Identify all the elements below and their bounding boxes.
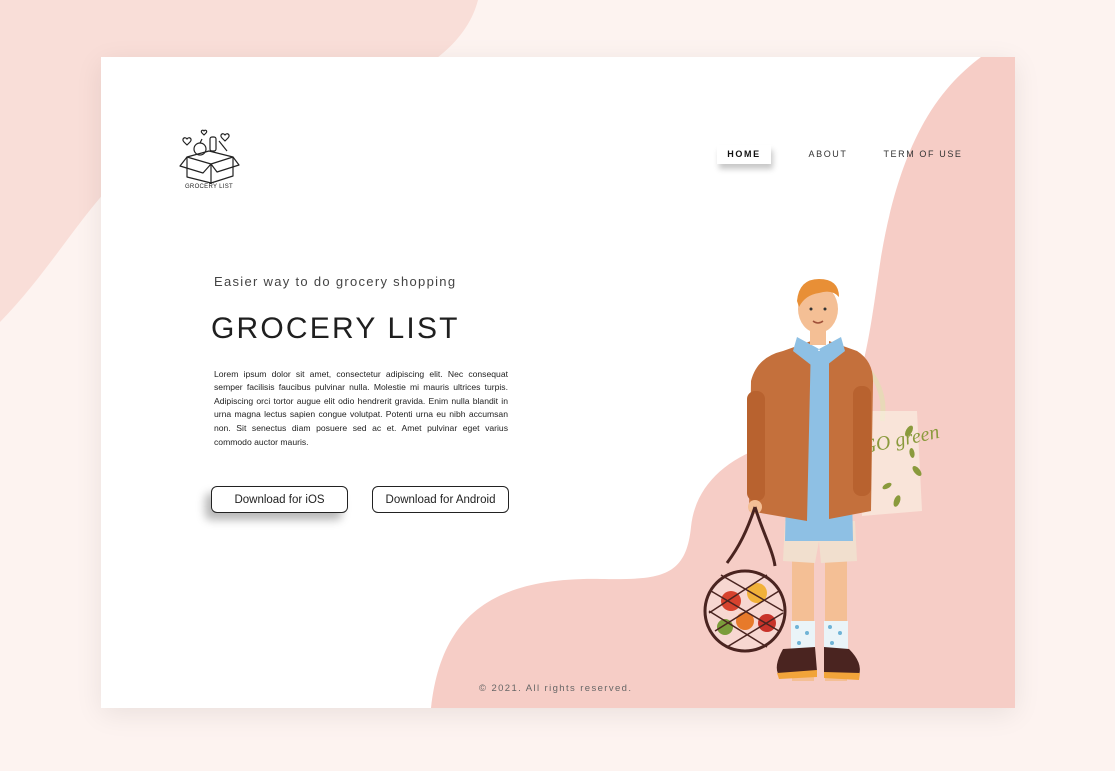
grocery-box-icon — [179, 129, 240, 184]
hero-description: Lorem ipsum dolor sit amet, consectetur … — [214, 368, 508, 447]
landing-card: GROCERY LIST HOME ABOUT TERM OF USE Easi… — [101, 57, 1015, 708]
download-ios-button[interactable]: Download for iOS — [211, 486, 348, 513]
nav-about[interactable]: ABOUT — [805, 145, 851, 164]
footer-copyright: © 2021. All rights reserved. — [479, 683, 633, 694]
nav-terms[interactable]: TERM OF USE — [883, 145, 963, 164]
download-android-button[interactable]: Download for Android — [372, 486, 509, 513]
logo-text: GROCERY LIST — [184, 184, 234, 190]
shopper-illustration: GO green — [703, 279, 941, 681]
hero-title: GROCERY LIST — [211, 312, 460, 346]
hero-tagline: Easier way to do grocery shopping — [214, 274, 457, 289]
nav-home[interactable]: HOME — [717, 145, 771, 164]
brand-logo[interactable]: GROCERY LIST — [177, 129, 241, 195]
